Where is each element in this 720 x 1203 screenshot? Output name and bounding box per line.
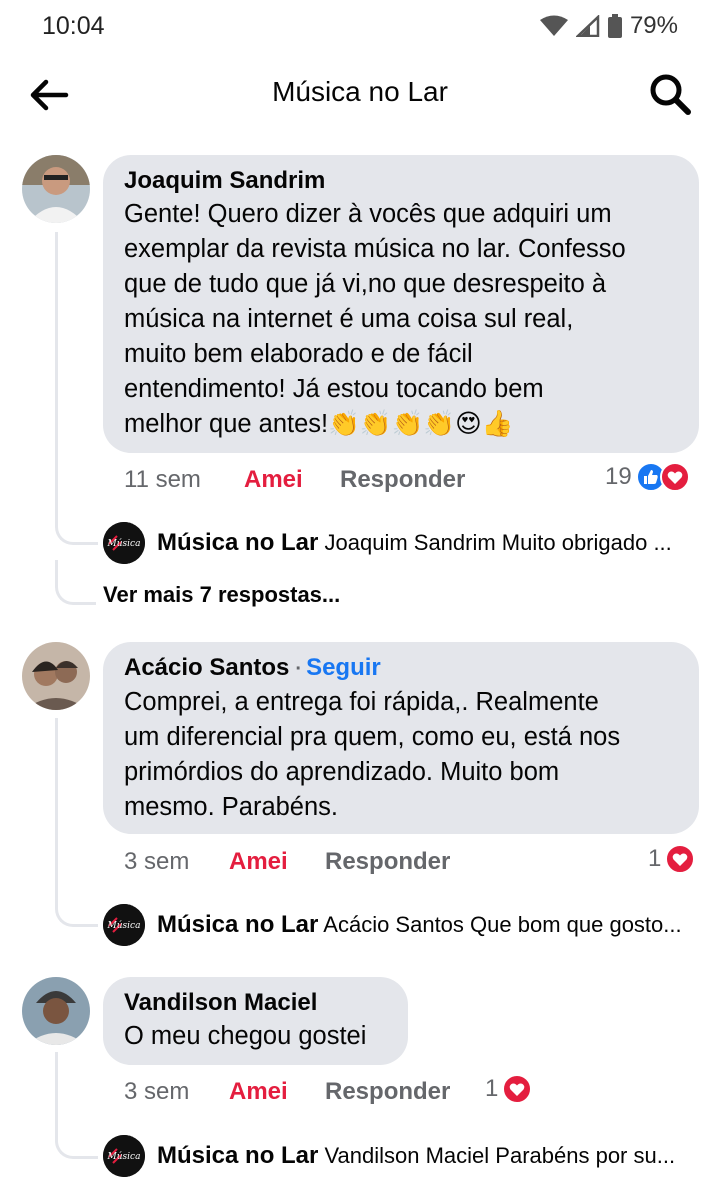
- reply-preview-text: Joaquim Sandrim Muito obrigado ...: [324, 530, 672, 555]
- thread-connector: [55, 560, 96, 605]
- reply-button[interactable]: Responder: [340, 466, 465, 494]
- view-more-replies[interactable]: Ver mais 7 respostas...: [103, 582, 340, 608]
- reply-author[interactable]: Música no Lar: [157, 529, 318, 556]
- comment-author[interactable]: Vandilson Maciel: [124, 987, 388, 1019]
- page-avatar: Música: [103, 1135, 145, 1177]
- battery-icon: [607, 14, 622, 38]
- comment-time: 3 sem: [124, 848, 190, 875]
- comment-author-row: Acácio Santos · Seguir: [124, 652, 679, 685]
- comment-text: Gente! Quero dizer à vocês que adquiri u…: [124, 200, 626, 438]
- thread-connector: [55, 1114, 98, 1159]
- love-reaction-button[interactable]: Amei: [244, 466, 303, 494]
- reaction-summary[interactable]: 19: [605, 462, 690, 492]
- reaction-count: 1: [648, 845, 662, 872]
- status-icons: 79%: [539, 12, 678, 40]
- avatar[interactable]: [22, 155, 90, 223]
- reply-preview[interactable]: Música Música no Lar Joaquim Sandrim Mui…: [103, 522, 703, 564]
- reply-text: Música no Lar Acácio Santos Que bom que …: [157, 911, 682, 939]
- reply-preview[interactable]: Música Música no Lar Vandilson Maciel Pa…: [103, 1135, 703, 1177]
- love-reaction-button[interactable]: Amei: [229, 848, 288, 876]
- reaction-count: 1: [485, 1075, 499, 1102]
- reply-preview-text: Acácio Santos Que bom que gosto...: [323, 912, 682, 937]
- battery-percent: 79%: [629, 12, 678, 39]
- love-reaction-button[interactable]: Amei: [229, 1078, 288, 1106]
- thread-line: [55, 718, 58, 898]
- reply-preview[interactable]: Música Música no Lar Acácio Santos Que b…: [103, 904, 703, 946]
- comment-author[interactable]: Acácio Santos: [124, 654, 289, 681]
- thread-connector: [55, 882, 98, 927]
- heart-icon: [502, 1074, 533, 1104]
- reply-button[interactable]: Responder: [325, 848, 450, 876]
- status-time: 10:04: [42, 12, 105, 40]
- page-header: Música no Lar: [0, 56, 720, 132]
- comment-bubble: Acácio Santos · Seguir Comprei, a entrega …: [103, 642, 699, 834]
- svg-text:Música: Música: [107, 1151, 141, 1162]
- reply-preview-text: Vandilson Maciel Parabéns por su...: [324, 1143, 676, 1168]
- heart-icon: [659, 462, 690, 492]
- thread-connector: [55, 500, 98, 545]
- reply-author[interactable]: Música no Lar: [157, 1142, 318, 1169]
- reply-text: Música no Lar Vandilson Maciel Parabéns …: [157, 1142, 675, 1170]
- status-bar: 10:04 79%: [0, 0, 720, 56]
- comment-text: O meu chegou gostei: [124, 1022, 367, 1050]
- comment-bubble: Joaquim Sandrim Gente! Quero dizer à voc…: [103, 155, 699, 453]
- comment-time: 11 sem: [124, 466, 201, 493]
- reply-button[interactable]: Responder: [325, 1078, 450, 1106]
- svg-text:Música: Música: [107, 920, 141, 931]
- svg-text:Música: Música: [107, 538, 141, 549]
- reaction-summary[interactable]: 1: [648, 844, 696, 874]
- page-avatar: Música: [103, 904, 145, 946]
- avatar[interactable]: [22, 642, 90, 710]
- avatar[interactable]: [22, 977, 90, 1045]
- reply-text: Música no Lar Joaquim Sandrim Muito obri…: [157, 529, 672, 557]
- heart-icon: [665, 844, 696, 874]
- page-title: Música no Lar: [272, 76, 448, 107]
- search-icon[interactable]: [648, 72, 692, 116]
- reply-author[interactable]: Música no Lar: [157, 911, 318, 938]
- wifi-icon: [539, 15, 568, 36]
- comment-bubble: Vandilson Maciel O meu chegou gostei: [103, 977, 408, 1065]
- follow-button[interactable]: Seguir: [306, 654, 381, 681]
- thread-line: [55, 232, 58, 517]
- comment-text: Comprei, a entrega foi rápida,. Realment…: [124, 688, 621, 821]
- reaction-count: 19: [605, 463, 632, 490]
- page-avatar: Música: [103, 522, 145, 564]
- reaction-summary[interactable]: 1: [485, 1074, 533, 1104]
- comment-time: 3 sem: [124, 1078, 190, 1105]
- comment-author[interactable]: Joaquim Sandrim: [124, 165, 679, 197]
- separator-dot: ·: [295, 658, 303, 680]
- signal-icon: [575, 15, 600, 37]
